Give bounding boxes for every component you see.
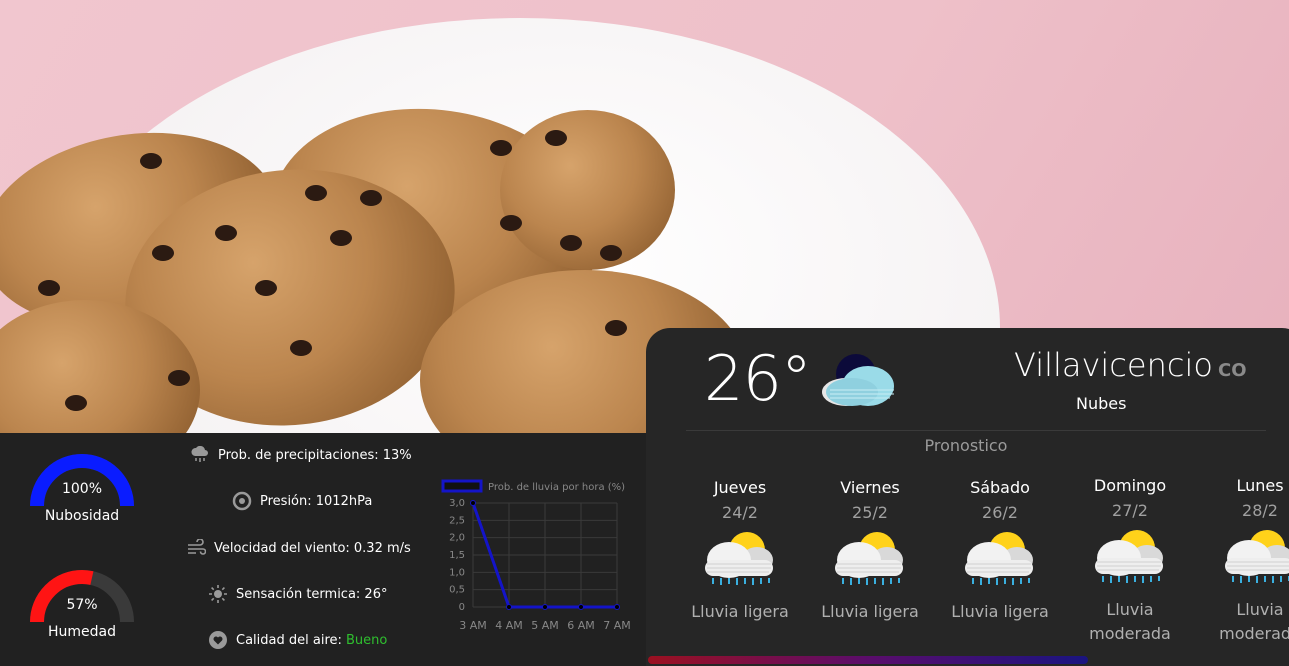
data-point xyxy=(506,604,512,610)
city-name: Villavicencio xyxy=(1014,346,1213,384)
data-point xyxy=(578,604,584,610)
sun-icon xyxy=(208,584,228,604)
rain-sun-icon xyxy=(1219,528,1289,590)
forecast-day-condition: Lluvia ligera xyxy=(951,602,1049,621)
x-tick-label: 6 AM xyxy=(567,619,595,632)
cookie xyxy=(500,110,675,270)
forecast-day: Lunes 28/2 Lluvia moderada xyxy=(1195,476,1289,646)
weather-app: 100% Nubosidad 57% Humedad Prob. de prec… xyxy=(0,0,1289,666)
forecast-day: Viernes 25/2 Lluvia ligera xyxy=(805,478,935,624)
rain-sun-icon xyxy=(1089,528,1171,590)
forecast-day-date: 24/2 xyxy=(722,503,758,522)
x-tick-label: 5 AM xyxy=(531,619,559,632)
forecast-day-date: 28/2 xyxy=(1242,501,1278,520)
forecast-day-condition: Lluvia moderada xyxy=(1219,600,1289,643)
legend-swatch xyxy=(441,479,483,493)
precip-label: Prob. de precipitaciones: 13% xyxy=(218,447,412,463)
forecast-day: Domingo 27/2 Lluvia moderada xyxy=(1065,476,1195,646)
x-tick-label: 7 AM xyxy=(603,619,631,632)
y-tick-label: 0 xyxy=(459,602,465,613)
forecast-day-name: Jueves xyxy=(713,478,767,497)
air-quality-value: Bueno xyxy=(346,632,388,648)
air-quality-label: Calidad del aire: xyxy=(236,632,347,648)
weather-card: 26° Villavicencio CO Nubes Pronostico Ju… xyxy=(646,328,1289,666)
air-quality-stat: Calidad del aire: Bueno xyxy=(208,630,387,650)
humidity-gauge: 57% Humedad xyxy=(27,567,137,666)
rain-chart: 3,0 2,5 2,0 1,5 1,0 0,5 0 3 AM 4 AM 5 AM 6 AM 7 AM… xyxy=(441,479,631,632)
country-code: CO xyxy=(1218,360,1247,381)
data-point xyxy=(542,604,548,610)
feels-like-label: Sensación termica: 26° xyxy=(236,586,388,602)
data-point xyxy=(614,604,620,610)
divider xyxy=(686,430,1266,431)
forecast-day-name: Viernes xyxy=(840,478,900,497)
cloudiness-label: Nubosidad xyxy=(44,508,120,524)
rain-sun-icon xyxy=(959,530,1041,592)
forecast-day: Jueves 24/2 Lluvia ligera xyxy=(675,478,805,624)
wind-label: Velocidad del viento: 0.32 m/s xyxy=(214,540,411,556)
forecast-day-condition: Lluvia moderada xyxy=(1089,600,1171,643)
humidity-value: 57% xyxy=(66,597,98,613)
y-tick-label: 1,0 xyxy=(449,567,465,578)
pressure-icon xyxy=(232,491,252,511)
y-tick-label: 3,0 xyxy=(449,498,465,509)
current-temperature: 26° xyxy=(704,342,812,415)
y-tick-label: 1,5 xyxy=(449,550,465,561)
stats-panel: 100% Nubosidad 57% Humedad Prob. de prec… xyxy=(0,433,650,666)
heart-icon xyxy=(208,630,228,650)
wind-icon xyxy=(186,538,206,558)
precip-stat: Prob. de precipitaciones: 13% xyxy=(190,445,412,465)
feels-like-stat: Sensación termica: 26° xyxy=(208,584,387,604)
rain-sun-icon xyxy=(699,530,781,592)
y-tick-label: 0,5 xyxy=(449,585,465,596)
cloud-rain-icon xyxy=(190,445,210,465)
pressure-stat: Presión: 1012hPa xyxy=(232,491,372,511)
temperature-gradient-bar xyxy=(648,656,1088,664)
rain-sun-icon xyxy=(829,530,911,592)
forecast-day-name: Lunes xyxy=(1236,476,1284,495)
cloudiness-value: 100% xyxy=(61,481,103,497)
pressure-label: Presión: 1012hPa xyxy=(260,493,373,509)
cloudiness-gauge: 100% Nubosidad xyxy=(27,451,137,551)
legend-label: Prob. de lluvia por hora (%) xyxy=(488,482,625,493)
x-tick-label: 3 AM xyxy=(459,619,487,632)
x-tick-label: 4 AM xyxy=(495,619,523,632)
forecast-day: Sábado 26/2 Lluvia ligera xyxy=(935,478,1065,624)
data-point xyxy=(470,500,476,506)
forecast-day-name: Domingo xyxy=(1093,476,1167,495)
forecast-day-date: 26/2 xyxy=(982,503,1018,522)
forecast-day-date: 27/2 xyxy=(1112,501,1148,520)
y-tick-label: 2,5 xyxy=(449,515,465,526)
forecast-day-condition: Lluvia ligera xyxy=(691,602,789,621)
forecast-title: Pronostico xyxy=(924,436,1008,455)
forecast-day-condition: Lluvia ligera xyxy=(821,602,919,621)
forecast-day-date: 25/2 xyxy=(852,503,888,522)
weather-description: Nubes xyxy=(1076,394,1127,413)
humidity-label: Humedad xyxy=(47,624,116,640)
wind-stat: Velocidad del viento: 0.32 m/s xyxy=(186,538,411,558)
night-cloud-icon xyxy=(818,352,902,412)
forecast-day-name: Sábado xyxy=(970,478,1030,497)
y-tick-label: 2,0 xyxy=(449,533,465,544)
